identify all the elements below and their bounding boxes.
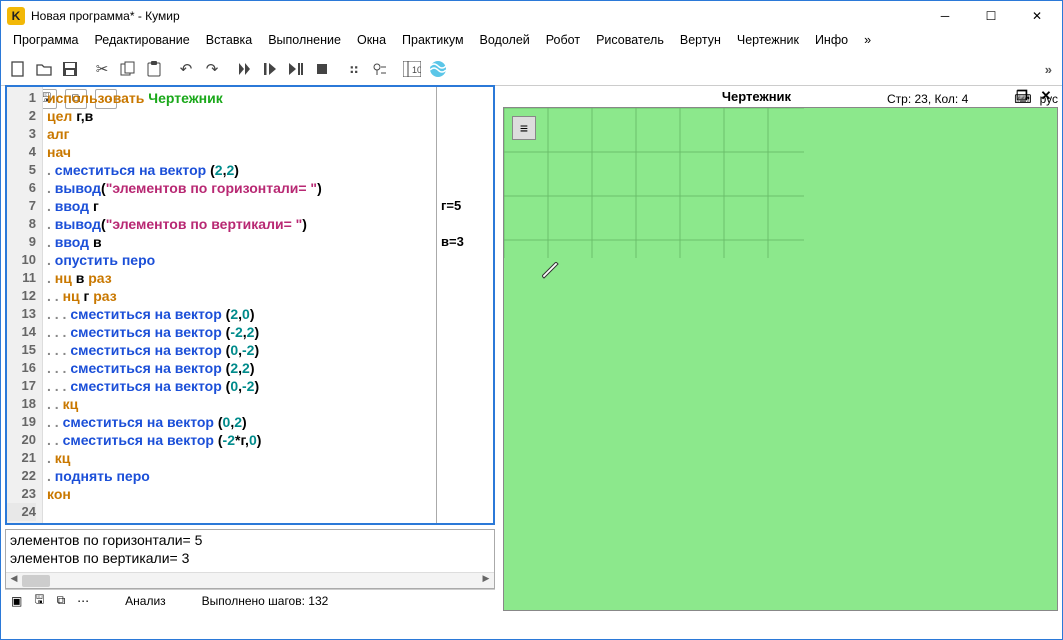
margin-value: г=5 bbox=[441, 197, 489, 215]
output-line: элементов по вертикали= 3 bbox=[10, 550, 189, 566]
cut-icon[interactable]: ✂ bbox=[89, 56, 115, 82]
line-numbers-icon[interactable]: 10 bbox=[399, 56, 425, 82]
close-panel-icon[interactable]: ✕ bbox=[1034, 85, 1058, 107]
canvas-menu-icon[interactable]: ≡ bbox=[512, 116, 536, 140]
menu-robot[interactable]: Робот bbox=[538, 31, 588, 53]
maximize-button[interactable]: ☐ bbox=[968, 1, 1014, 31]
menu-insert[interactable]: Вставка bbox=[198, 31, 260, 53]
toggle-b-icon[interactable] bbox=[367, 56, 393, 82]
app-logo: K bbox=[7, 7, 25, 25]
step-icon[interactable] bbox=[257, 56, 283, 82]
run-to-icon[interactable] bbox=[283, 56, 309, 82]
menu-vertun[interactable]: Вертун bbox=[672, 31, 729, 53]
icon-monitor[interactable]: ▣ bbox=[11, 594, 22, 608]
drawing-canvas[interactable]: ≡ bbox=[503, 107, 1058, 611]
menu-practicum[interactable]: Практикум bbox=[394, 31, 472, 53]
horizontal-scrollbar[interactable]: ◀ ▶ bbox=[6, 572, 494, 588]
minimize-button[interactable]: ─ bbox=[922, 1, 968, 31]
editor-pane: 123456789101112131415161718192021222324 … bbox=[1, 85, 499, 611]
icon-save[interactable]: 🖫 bbox=[34, 590, 44, 611]
menu-vodoley[interactable]: Водолей bbox=[472, 31, 538, 53]
code-area[interactable]: использовать Чертежник цел г,в алг нач .… bbox=[43, 87, 437, 523]
scroll-thumb[interactable] bbox=[22, 575, 50, 587]
drawing-pane: Чертежник ❐ ✕ ≡ bbox=[499, 85, 1062, 611]
icon-more[interactable]: ⋯ bbox=[77, 594, 89, 608]
line-gutter: 123456789101112131415161718192021222324 bbox=[7, 87, 43, 523]
menu-chertezh[interactable]: Чертежник bbox=[729, 31, 807, 53]
drawing-title: Чертежник bbox=[503, 89, 1010, 104]
output-panel[interactable]: элементов по горизонтали= 5 элементов по… bbox=[5, 529, 495, 589]
copy-icon[interactable] bbox=[115, 56, 141, 82]
menu-drawer[interactable]: Рисователь bbox=[588, 31, 672, 53]
save-file-icon[interactable] bbox=[57, 56, 83, 82]
toolbar-expand-icon[interactable]: » bbox=[1039, 62, 1058, 77]
undo-icon[interactable]: ↶ bbox=[173, 56, 199, 82]
menu-info[interactable]: Инфо bbox=[807, 31, 856, 53]
window-title: Новая программа* - Кумир bbox=[31, 9, 922, 23]
pen-icon bbox=[542, 262, 560, 280]
canvas-drawing bbox=[504, 108, 804, 258]
icon-copy[interactable]: ⧉ bbox=[57, 593, 66, 608]
menu-more[interactable]: » bbox=[856, 31, 879, 53]
redo-icon[interactable]: ↷ bbox=[199, 56, 225, 82]
drawing-header: Чертежник ❐ ✕ bbox=[503, 85, 1058, 107]
scroll-right-icon[interactable]: ▶ bbox=[478, 573, 494, 589]
open-file-icon[interactable] bbox=[31, 56, 57, 82]
close-button[interactable]: ✕ bbox=[1014, 1, 1060, 31]
menu-bar: Программа Редактирование Вставка Выполне… bbox=[1, 31, 1062, 53]
toolbar: ✂ ↶ ↷ ⠶ 10 » bbox=[1, 53, 1062, 85]
editor-bottom-bar: ▣ 🖫 ⧉ ⋯ Анализ Выполнено шагов: 132 bbox=[5, 589, 495, 611]
menu-execute[interactable]: Выполнение bbox=[260, 31, 349, 53]
steps-label: Выполнено шагов: 132 bbox=[202, 594, 329, 608]
title-bar: K Новая программа* - Кумир ─ ☐ ✕ bbox=[1, 1, 1062, 31]
output-line: элементов по горизонтали= 5 bbox=[10, 532, 202, 548]
water-icon[interactable] bbox=[425, 56, 451, 82]
code-editor[interactable]: 123456789101112131415161718192021222324 … bbox=[5, 85, 495, 525]
runtime-values: г=5 в=3 bbox=[437, 87, 493, 523]
menu-windows[interactable]: Окна bbox=[349, 31, 394, 53]
run-icon[interactable] bbox=[231, 56, 257, 82]
stop-icon[interactable] bbox=[309, 56, 335, 82]
svg-text:10: 10 bbox=[412, 65, 421, 75]
analysis-label: Анализ bbox=[125, 594, 166, 608]
margin-value: в=3 bbox=[441, 233, 489, 251]
menu-program[interactable]: Программа bbox=[5, 31, 87, 53]
menu-edit[interactable]: Редактирование bbox=[87, 31, 198, 53]
scroll-left-icon[interactable]: ◀ bbox=[6, 573, 22, 589]
toggle-a-icon[interactable]: ⠶ bbox=[341, 56, 367, 82]
restore-panel-icon[interactable]: ❐ bbox=[1010, 85, 1034, 107]
paste-icon[interactable] bbox=[141, 56, 167, 82]
new-file-icon[interactable] bbox=[5, 56, 31, 82]
